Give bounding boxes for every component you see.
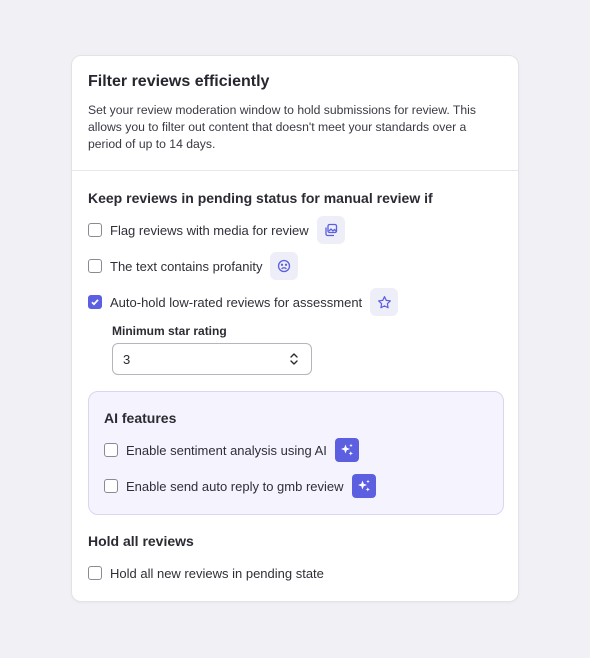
card-description: Set your review moderation window to hol…: [88, 103, 476, 151]
frown-face-icon: [270, 252, 299, 280]
ai-features-panel: AI features Enable sentiment analysis us…: [88, 391, 504, 515]
media-gallery-icon: [316, 216, 345, 244]
auto-hold-label: Auto-hold low-rated reviews for assessme…: [110, 294, 363, 310]
profanity-label: The text contains profanity: [110, 258, 263, 274]
option-flag-media[interactable]: Flag reviews with media for review: [88, 216, 345, 244]
option-profanity[interactable]: The text contains profanity: [88, 252, 299, 280]
auto-reply-gmb-label: Enable send auto reply to gmb review: [126, 478, 344, 494]
auto-hold-checkbox[interactable]: [88, 295, 102, 309]
card-header: Filter reviews efficiently Set your revi…: [72, 56, 518, 171]
min-star-rating-value: 3: [123, 351, 131, 367]
option-auto-hold[interactable]: Auto-hold low-rated reviews for assessme…: [88, 288, 399, 316]
sparkle-icon: [334, 438, 359, 462]
hold-all-checkbox[interactable]: [88, 566, 102, 580]
page-background: Filter reviews efficiently Set your revi…: [0, 0, 590, 658]
chevron-up-down-icon: [289, 352, 299, 369]
flag-media-label: Flag reviews with media for review: [110, 222, 309, 238]
star-icon: [370, 288, 399, 316]
profanity-checkbox[interactable]: [88, 259, 102, 273]
checkmark-icon: [91, 299, 99, 306]
ai-features-title: AI features: [104, 410, 177, 426]
min-star-rating-label: Minimum star rating: [112, 324, 227, 338]
flag-media-checkbox[interactable]: [88, 223, 102, 237]
option-sentiment-analysis[interactable]: Enable sentiment analysis using AI: [104, 436, 359, 464]
option-hold-all[interactable]: Hold all new reviews in pending state: [88, 559, 324, 587]
sparkle-icon: [351, 474, 376, 498]
pending-section-title: Keep reviews in pending status for manua…: [88, 190, 433, 206]
option-auto-reply-gmb[interactable]: Enable send auto reply to gmb review: [104, 472, 376, 500]
sentiment-analysis-label: Enable sentiment analysis using AI: [126, 442, 327, 458]
auto-reply-gmb-checkbox[interactable]: [104, 479, 118, 493]
min-star-rating-select[interactable]: 3: [112, 343, 312, 375]
sentiment-analysis-checkbox[interactable]: [104, 443, 118, 457]
filter-reviews-card: Filter reviews efficiently Set your revi…: [71, 55, 519, 602]
hold-all-section-title: Hold all reviews: [88, 533, 194, 549]
card-title: Filter reviews efficiently: [88, 73, 270, 90]
hold-all-label: Hold all new reviews in pending state: [110, 565, 324, 581]
